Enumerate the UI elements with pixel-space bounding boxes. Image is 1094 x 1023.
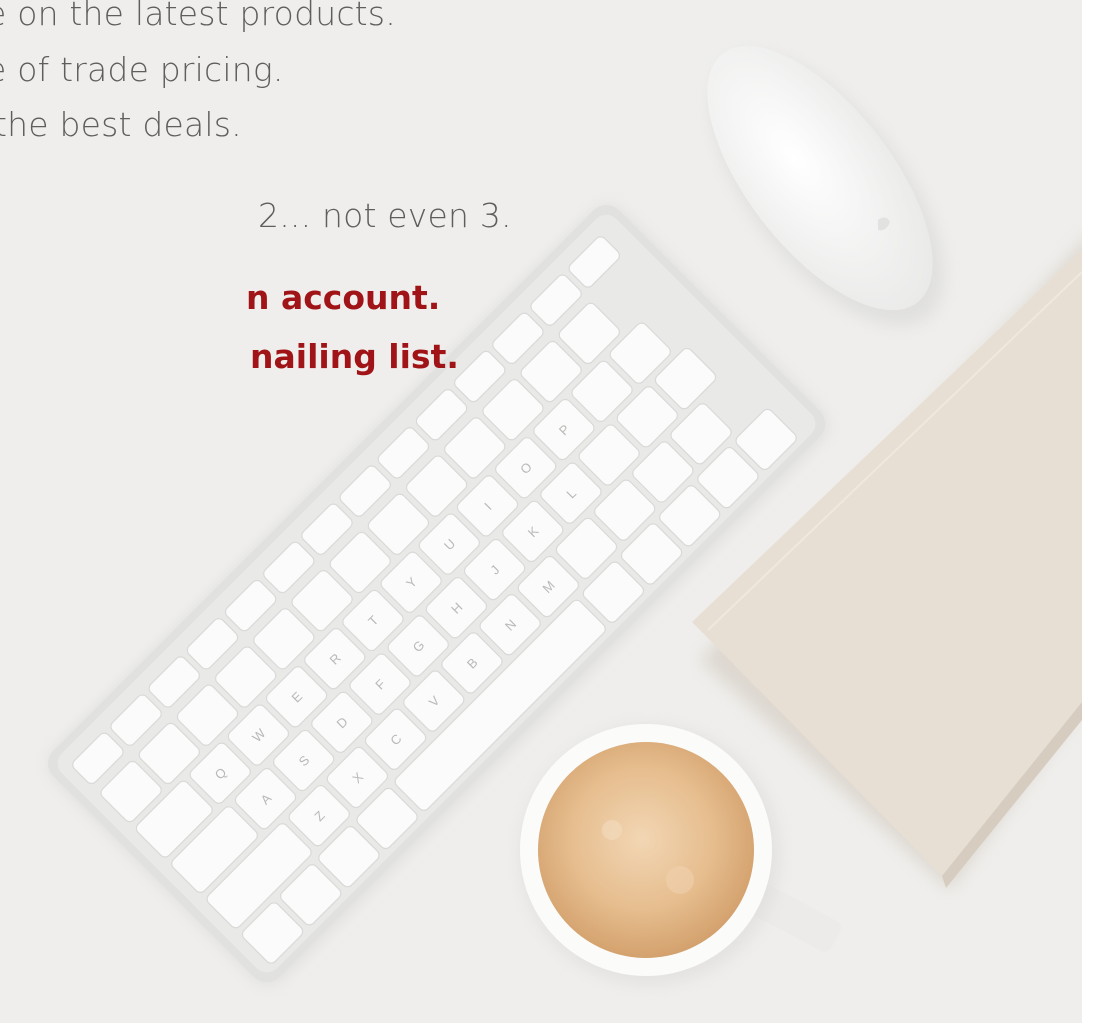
benefit-line-deals: the best deals. (0, 105, 242, 144)
benefit-line-products: e on the latest products. (0, 0, 396, 33)
right-edge-strip (1082, 0, 1094, 1023)
benefit-line-count: 2... not even 3. (258, 196, 512, 235)
cta-mailing-list[interactable]: nailing list. (250, 337, 459, 376)
benefit-line-pricing: e of trade pricing. (0, 50, 284, 89)
marketing-copy: e on the latest products. e of trade pri… (0, 0, 560, 420)
cta-open-account[interactable]: n account. (246, 278, 440, 317)
